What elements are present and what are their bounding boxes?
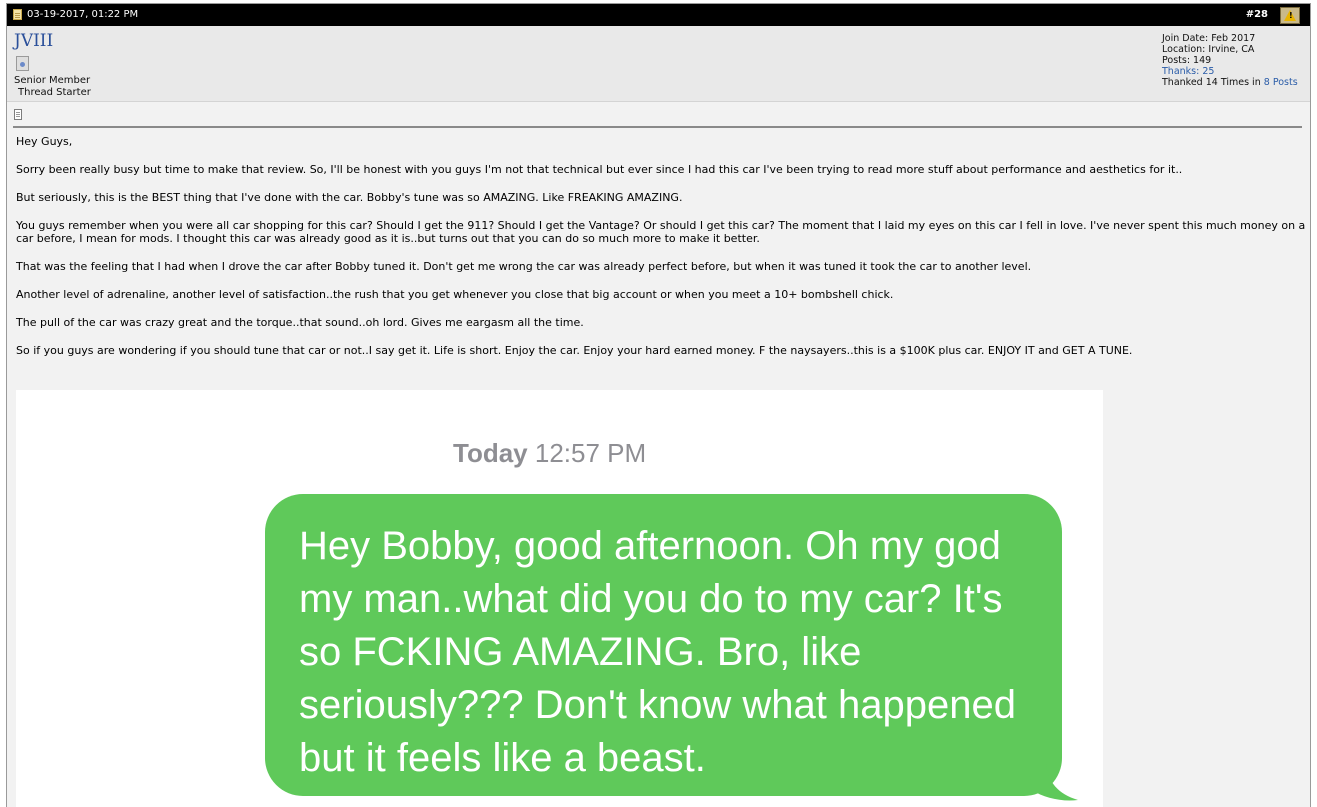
document-icon — [13, 9, 22, 20]
status-image-icon — [16, 56, 29, 71]
thanked-text: Thanked 14 Times in — [1162, 77, 1261, 88]
thanked-posts-link[interactable]: 8 Posts — [1264, 77, 1298, 88]
post-paragraph: Sorry been really busy but time to make … — [16, 163, 1183, 176]
timestamp-day: Today — [453, 438, 528, 468]
forum-post: 03-19-2017, 01:22 PM #28 JVIII Senior Me… — [6, 3, 1311, 807]
username-link[interactable]: JVIII — [14, 31, 53, 51]
user-title: Senior Member — [14, 75, 91, 86]
post-icon-row — [13, 108, 1302, 128]
post-paragraph: The pull of the car was crazy great and … — [16, 316, 584, 329]
thanked-line: Thanked 14 Times in 8 Posts — [1162, 77, 1298, 88]
thanks-link[interactable]: Thanks: 25 — [1162, 66, 1298, 77]
timestamp-time: 12:57 PM — [534, 438, 647, 468]
user-stats: Join Date: Feb 2017 Location: Irvine, CA… — [1162, 33, 1298, 88]
warning-icon[interactable] — [1280, 7, 1300, 24]
post-paragraph: You guys remember when you were all car … — [16, 219, 1306, 245]
message-bubble: Hey Bobby, good afternoon. Oh my god my … — [265, 494, 1062, 796]
text-message-screenshot[interactable]: Today 12:57 PM Hey Bobby, good afternoon… — [16, 390, 1103, 807]
post-paragraph: That was the feeling that I had when I d… — [16, 260, 1032, 273]
thread-starter-label: Thread Starter — [18, 87, 91, 98]
post-icon — [14, 109, 22, 120]
post-paragraph: So if you guys are wondering if you shou… — [16, 344, 1133, 357]
join-date: Join Date: Feb 2017 — [1162, 33, 1256, 44]
bubble-tail — [1028, 764, 1078, 801]
post-body: Hey Guys, Sorry been really busy but tim… — [16, 135, 1306, 372]
post-header-bar: 03-19-2017, 01:22 PM #28 — [7, 4, 1310, 26]
message-timestamp: Today 12:57 PM — [453, 438, 646, 469]
post-paragraph: Hey Guys, — [16, 135, 73, 148]
post-number-link[interactable]: #28 — [1246, 4, 1268, 26]
user-info-bar: JVIII Senior Member Thread Starter Join … — [7, 26, 1310, 102]
location: Location: Irvine, CA — [1162, 44, 1255, 55]
post-paragraph: Another level of adrenaline, another lev… — [16, 288, 894, 301]
post-paragraph: But seriously, this is the BEST thing th… — [16, 191, 683, 204]
post-date: 03-19-2017, 01:22 PM — [27, 9, 139, 20]
post-count: Posts: 149 — [1162, 55, 1212, 66]
